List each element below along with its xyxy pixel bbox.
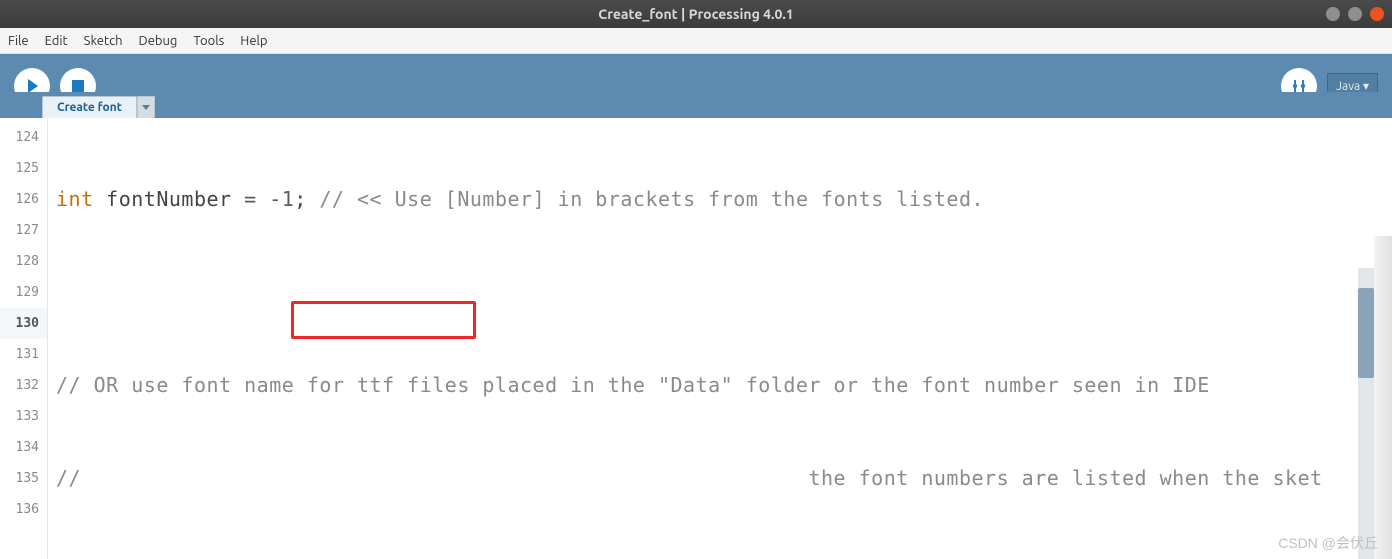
line-number-active: 130 — [0, 308, 47, 339]
maximize-icon[interactable] — [1348, 7, 1362, 21]
menubar: File Edit Sketch Debug Tools Help — [0, 28, 1392, 54]
editor: 124 125 126 127 128 129 130 131 132 133 … — [0, 118, 1392, 559]
menu-tools[interactable]: Tools — [193, 34, 224, 48]
menu-debug[interactable]: Debug — [139, 34, 178, 48]
tab-create-font[interactable]: Create font — [42, 96, 137, 118]
menu-sketch[interactable]: Sketch — [84, 34, 123, 48]
window-controls — [1326, 7, 1384, 21]
play-icon — [28, 79, 38, 93]
code-line — [56, 277, 1384, 308]
line-number: 131 — [0, 339, 47, 370]
line-number: 133 — [0, 401, 47, 432]
line-number: 129 — [0, 277, 47, 308]
line-number: 125 — [0, 153, 47, 184]
line-number: 132 — [0, 370, 47, 401]
code-area[interactable]: int fontNumber = -1; // << Use [Number] … — [48, 118, 1392, 559]
edge-shadow — [1374, 236, 1392, 559]
minimize-icon[interactable] — [1326, 7, 1340, 21]
close-icon[interactable] — [1370, 7, 1384, 21]
line-number: 127 — [0, 215, 47, 246]
stop-icon — [72, 80, 84, 92]
menu-help[interactable]: Help — [240, 34, 267, 48]
watermark: CSDN @会伏丘 — [1278, 533, 1378, 553]
tab-label: Create font — [57, 101, 122, 114]
chevron-down-icon — [142, 105, 150, 110]
code-line: // the font numbers are listed when the … — [56, 463, 1384, 494]
window-title: Create_font | Processing 4.0.1 — [598, 6, 793, 22]
vertical-scrollbar-thumb[interactable] — [1358, 288, 1374, 378]
menu-file[interactable]: File — [8, 34, 29, 48]
mode-label: Java ▾ — [1336, 79, 1369, 93]
tab-row: Create font — [0, 92, 1392, 118]
tab-dropdown-button[interactable] — [137, 96, 155, 118]
line-number: 128 — [0, 246, 47, 277]
code-line: int fontNumber = -1; // << Use [Number] … — [56, 184, 1384, 215]
line-gutter: 124 125 126 127 128 129 130 131 132 133 … — [0, 118, 48, 559]
line-number: 134 — [0, 432, 47, 463]
code-line: // OR use font name for ttf files placed… — [56, 370, 1384, 401]
menu-edit[interactable]: Edit — [45, 34, 68, 48]
titlebar: Create_font | Processing 4.0.1 — [0, 0, 1392, 28]
line-number: 124 — [0, 122, 47, 153]
line-number: 135 — [0, 463, 47, 494]
line-number: 126 — [0, 184, 47, 215]
line-number: 136 — [0, 494, 47, 525]
